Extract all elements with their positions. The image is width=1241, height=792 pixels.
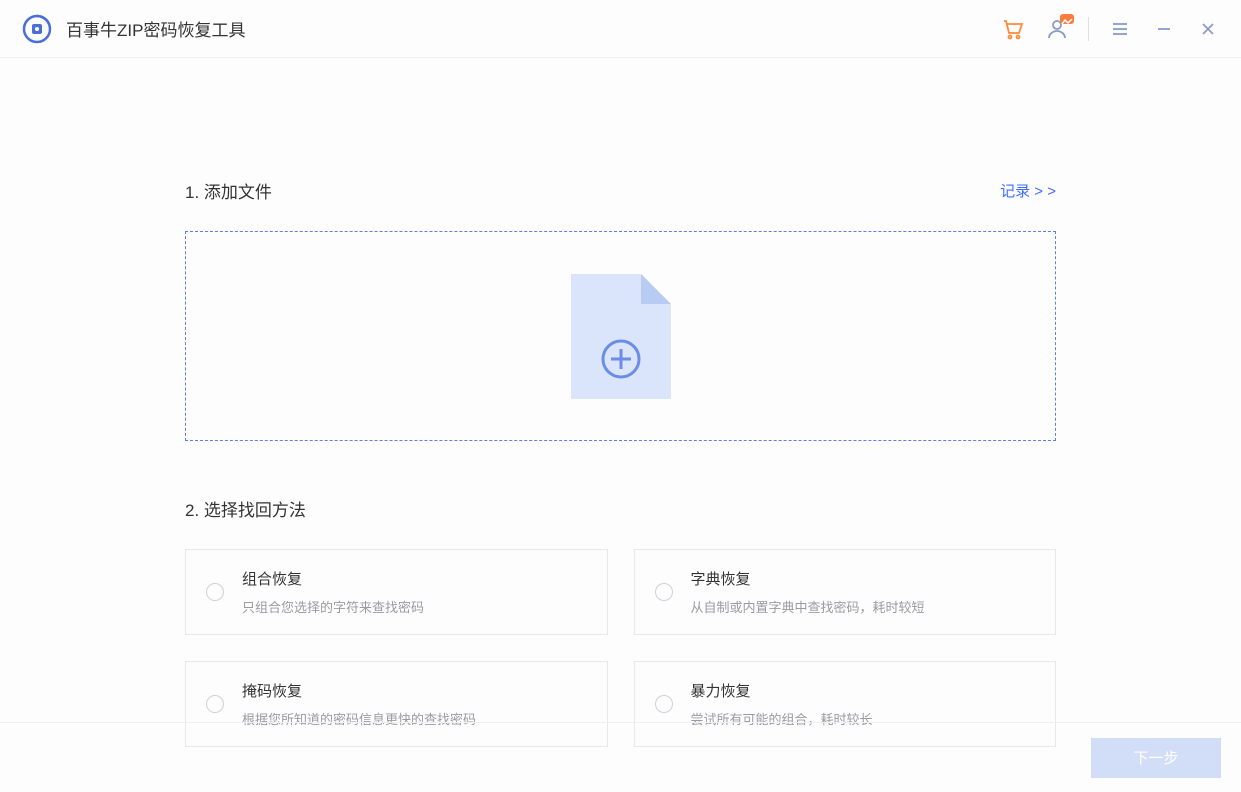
method-info: 字典恢复 从自制或内置字典中查找密码，耗时较短 <box>691 568 925 616</box>
close-icon[interactable] <box>1195 16 1221 42</box>
titlebar-divider <box>1088 17 1089 41</box>
method-info: 组合恢复 只组合您选择的字符来查找密码 <box>242 568 424 616</box>
file-dropzone[interactable] <box>185 231 1056 441</box>
method-info: 暴力恢复 尝试所有可能的组合，耗时较长 <box>691 680 873 728</box>
method-desc: 只组合您选择的字符来查找密码 <box>242 597 424 616</box>
history-link[interactable]: 记录 > > <box>1000 180 1056 201</box>
footer: 下一步 <box>0 722 1241 792</box>
method-card-combination[interactable]: 组合恢复 只组合您选择的字符来查找密码 <box>185 549 608 635</box>
method-desc: 从自制或内置字典中查找密码，耗时较短 <box>691 597 925 616</box>
titlebar-left: 百事牛ZIP密码恢复工具 <box>22 14 245 44</box>
next-button[interactable]: 下一步 <box>1091 738 1221 778</box>
cart-icon[interactable] <box>1000 16 1026 42</box>
menu-icon[interactable] <box>1107 16 1133 42</box>
method-title: 暴力恢复 <box>691 680 873 701</box>
app-title: 百事牛ZIP密码恢复工具 <box>66 16 245 41</box>
add-file-header: 1. 添加文件 记录 > > <box>185 178 1056 203</box>
method-info: 掩码恢复 根据您所知道的密码信息更快的查找密码 <box>242 680 476 728</box>
method-title: 掩码恢复 <box>242 680 476 701</box>
radio-icon <box>655 583 673 601</box>
titlebar: 百事牛ZIP密码恢复工具 <box>0 0 1241 58</box>
user-badge-icon <box>1060 14 1074 24</box>
file-add-icon <box>571 274 671 399</box>
method-title: 字典恢复 <box>691 568 925 589</box>
add-file-title: 1. 添加文件 <box>185 178 272 203</box>
method-section-title: 2. 选择找回方法 <box>185 496 1056 521</box>
radio-icon <box>655 695 673 713</box>
method-title: 组合恢复 <box>242 568 424 589</box>
minimize-icon[interactable] <box>1151 16 1177 42</box>
radio-icon <box>206 583 224 601</box>
method-card-dictionary[interactable]: 字典恢复 从自制或内置字典中查找密码，耗时较短 <box>634 549 1057 635</box>
titlebar-right <box>1000 16 1221 42</box>
method-grid: 组合恢复 只组合您选择的字符来查找密码 字典恢复 从自制或内置字典中查找密码，耗… <box>185 549 1056 747</box>
main-content: 1. 添加文件 记录 > > 2. 选择找回方法 组合恢复 只组合您选择的字符来… <box>0 58 1241 747</box>
app-logo-icon <box>22 14 52 44</box>
user-icon[interactable] <box>1044 16 1070 42</box>
radio-icon <box>206 695 224 713</box>
